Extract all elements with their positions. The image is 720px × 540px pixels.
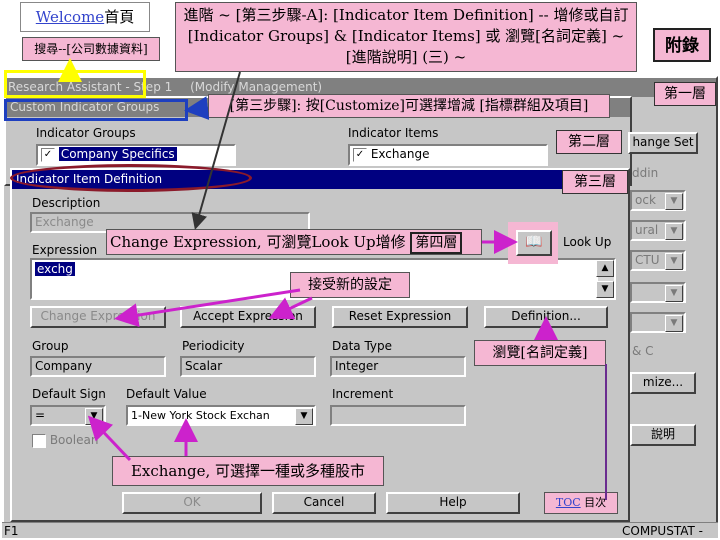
maroon-ellipse-definition [10,164,252,192]
right-frag-7: & C [632,344,654,358]
customize-button[interactable]: mize... [630,372,696,394]
right-combo-1[interactable]: ock ▼ [630,190,686,211]
level2-tag: 第二層 [556,130,622,154]
status-left: F1 [4,524,19,538]
expression-label: Expression [32,243,98,257]
change-expression-note: Change Expression, 可瀏覽Look Up增修 第四層 [106,229,482,255]
periodicity-field[interactable]: Scalar [180,356,316,377]
yellow-highlight-research [4,70,146,98]
groups-item[interactable]: Company Specifics [58,147,177,161]
browse-definition-note: 瀏覽[名詞定義] [474,340,606,366]
change-expression-text: Change Expression, 可瀏覽Look Up增修 [110,233,406,251]
chevron-down-icon: ▼ [665,315,683,332]
accept-expression-button[interactable]: Accept Expression [180,306,316,328]
chevron-down-icon: ▼ [665,285,683,302]
boolean-checkbox[interactable]: Boolean [32,433,98,448]
group-label: Group [32,339,69,353]
scroll-up-icon[interactable]: ▲ [596,260,614,277]
group-field[interactable]: Company [30,356,166,377]
appendix-button[interactable]: 附錄 [653,28,711,62]
indicator-groups-label: Indicator Groups [36,126,136,140]
chevron-down-icon[interactable]: ▼ [85,408,103,425]
datatype-field[interactable]: Integer [330,356,466,377]
boolean-label: Boolean [49,433,99,447]
default-sign-value: = [35,408,46,422]
chevron-down-icon[interactable]: ▼ [295,408,313,425]
periodicity-label: Periodicity [182,339,245,353]
datatype-label: Data Type [332,339,393,353]
ok-button[interactable]: OK [122,492,262,514]
level3-tag: 第三層 [562,170,628,194]
change-expression-button[interactable]: Change Expression [30,306,166,328]
default-value-value: 1-New York Stock Exchan [131,409,270,422]
help-cn-button[interactable]: 說明 [630,424,696,446]
cancel-button[interactable]: Cancel [272,492,376,514]
book-icon: 📖 [525,234,543,250]
increment-label: Increment [332,387,394,401]
home-label: 首頁 [104,8,135,26]
welcome-box: Welcome首頁 [20,2,150,32]
toc-link[interactable]: TOC [556,496,581,509]
items-item[interactable]: Exchange [371,147,430,161]
expression-value: exchg [35,262,75,276]
toc-button[interactable]: TOC 目次 [544,492,618,514]
default-sign-label: Default Sign [32,387,106,401]
help-button[interactable]: Help [386,492,520,514]
description-label: Description [32,196,101,210]
reset-expression-button[interactable]: Reset Expression [332,306,468,328]
modify-title: (Modify Management) [190,80,323,94]
chevron-down-icon: ▼ [665,193,683,210]
right-combo-3[interactable]: CTU ▼ [630,250,686,271]
step3-note: [第三步驟]: 按[Customize]可選擇增減 [指標群組及項目] [208,94,610,118]
default-value-label: Default Value [126,387,207,401]
exchange-note: Exchange, 可選擇一種或多種股市 [112,456,384,486]
scroll-down-icon[interactable]: ▼ [596,281,614,298]
definition-button[interactable]: Definition... [484,306,608,328]
item-checkbox[interactable]: ✓ [353,147,367,162]
accept-note: 接受新的設定 [290,272,410,298]
indicator-groups-list[interactable]: ✓ Company Specifics [36,144,236,166]
page-heading: 進階 ~ [第三步驟-A]: [Indicator Item Definitio… [175,2,637,72]
level4-tag: 第四層 [410,232,463,254]
status-right: COMPUSTAT - [622,524,703,538]
search-note[interactable]: 搜尋--[公司數據資料] [22,37,160,61]
chevron-down-icon: ▼ [665,223,683,240]
lookup-label: Look Up [563,235,612,249]
welcome-link[interactable]: Welcome [36,8,104,26]
indicator-items-list[interactable]: ✓ Exchange [348,144,548,166]
boolean-check-box[interactable] [32,433,46,448]
change-set-button[interactable]: hange Set [628,132,698,154]
default-value-combo[interactable]: 1-New York Stock Exchan ▼ [126,405,316,426]
toc-label: 目次 [584,496,607,509]
right-combo-4[interactable]: ▼ [630,282,686,303]
expression-scrollbar[interactable]: ▲ ▼ [596,260,614,298]
default-sign-combo[interactable]: = ▼ [30,405,106,426]
lookup-button[interactable]: 📖 [516,230,552,256]
right-combo-2[interactable]: ural ▼ [630,220,686,241]
chevron-down-icon: ▼ [665,253,683,270]
status-bar: F1 COMPUSTAT - [2,522,718,538]
blue-highlight-custom [4,99,188,121]
indicator-items-label: Indicator Items [348,126,439,140]
right-frag-1: ddin [632,166,659,180]
level1-tag: 第一層 [654,82,716,106]
increment-field[interactable] [330,405,466,426]
group-checkbox[interactable]: ✓ [41,147,55,162]
right-combo-5[interactable]: ▼ [630,312,686,333]
